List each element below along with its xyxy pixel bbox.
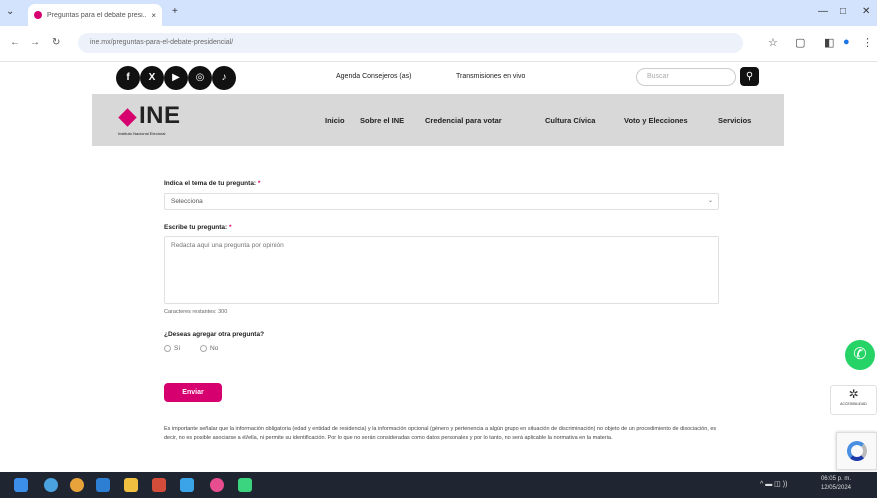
char-count: Caracteres restantes: 300 bbox=[164, 309, 228, 315]
privacy-notice: Es importante señalar que la información… bbox=[164, 426, 717, 441]
new-tab-button[interactable]: + bbox=[172, 6, 178, 17]
site-header: INE Instituto Nacional Electoral Inicio … bbox=[92, 94, 784, 146]
tiktok-icon[interactable]: ♪ bbox=[212, 66, 236, 90]
chevron-down-icon: ⌄ bbox=[707, 198, 713, 204]
live-link[interactable]: Transmisiones en vivo bbox=[456, 73, 525, 80]
recaptcha-icon bbox=[847, 441, 867, 461]
mail-icon[interactable] bbox=[96, 478, 110, 492]
send-button[interactable]: Enviar bbox=[164, 383, 222, 402]
bookmark-star-icon[interactable]: ☆ bbox=[768, 36, 778, 49]
radio-yes-label: Sí bbox=[174, 345, 181, 352]
system-tray[interactable]: ^ ▬ ◫ )) bbox=[760, 480, 787, 488]
tab-favicon-icon bbox=[34, 11, 42, 19]
url-text: ine.mx/preguntas-para-el-debate-presiden… bbox=[90, 39, 234, 46]
tab-title: Preguntas para el debate presi... bbox=[47, 11, 148, 19]
agenda-link[interactable]: Agenda Consejeros (as) bbox=[336, 73, 412, 80]
back-icon[interactable]: ← bbox=[10, 37, 20, 48]
radio-yes[interactable]: Sí bbox=[164, 345, 180, 352]
question-textarea[interactable] bbox=[164, 236, 719, 304]
recaptcha-badge[interactable] bbox=[836, 432, 877, 470]
windows-taskbar: ^ ▬ ◫ )) 06:05 p. m. 12/05/2024 bbox=[0, 472, 877, 498]
site-topbar: f X ▶ ◎ ♪ Agenda Consejeros (as) Transmi… bbox=[0, 62, 877, 94]
ine-logo[interactable]: INE Instituto Nacional Electoral bbox=[118, 102, 213, 136]
edge-icon[interactable] bbox=[44, 478, 58, 492]
sidepanel-icon[interactable]: ◧ bbox=[824, 36, 834, 49]
logo-diamond-icon bbox=[118, 108, 137, 127]
file-explorer-icon[interactable] bbox=[124, 478, 138, 492]
reload-icon[interactable]: ↻ bbox=[52, 37, 60, 48]
forward-icon[interactable]: → bbox=[30, 37, 40, 48]
whatsapp-icon[interactable]: ✆ bbox=[845, 340, 875, 370]
clock-time: 06:05 p. m. bbox=[820, 476, 851, 482]
browser-toolbar: ← → ↻ ine.mx/preguntas-para-el-debate-pr… bbox=[0, 26, 877, 62]
youtube-icon[interactable]: ▶ bbox=[164, 66, 188, 90]
minimize-button[interactable]: — bbox=[818, 6, 828, 17]
address-bar[interactable]: ine.mx/preguntas-para-el-debate-presiden… bbox=[78, 33, 743, 53]
browser-tab[interactable]: Preguntas para el debate presi... × bbox=[28, 4, 162, 26]
radio-no-label: No bbox=[210, 345, 219, 352]
clock[interactable]: 06:05 p. m. 12/05/2024 bbox=[815, 475, 851, 493]
x-icon[interactable]: X bbox=[140, 66, 164, 90]
question-label: Escribe tu pregunta: * bbox=[164, 224, 232, 231]
start-icon[interactable] bbox=[14, 478, 28, 492]
logo-text: INE bbox=[139, 102, 181, 129]
accessibility-button[interactable]: ✲ ACCESIBILIDAD bbox=[830, 385, 877, 415]
topic-select-value: Selecciona bbox=[171, 198, 203, 205]
nav-credencial[interactable]: Credencial para votar bbox=[425, 116, 502, 125]
accessibility-icon: ✲ bbox=[848, 387, 859, 401]
tab-search-icon[interactable]: ⌄ bbox=[6, 6, 14, 17]
topic-label: Indica el tema de tu pregunta: * bbox=[164, 180, 261, 187]
profile-icon[interactable]: ● bbox=[843, 36, 850, 48]
radio-no[interactable]: No bbox=[200, 345, 218, 352]
search-icon[interactable]: ⚲ bbox=[740, 67, 759, 86]
nav-servicios[interactable]: Servicios bbox=[718, 116, 751, 125]
topic-select[interactable]: Selecciona ⌄ bbox=[164, 193, 719, 210]
chrome-icon[interactable] bbox=[70, 478, 84, 492]
search-input[interactable]: Buscar bbox=[636, 68, 736, 86]
accessibility-label: ACCESIBILIDAD bbox=[840, 402, 867, 406]
radio-yes-circle bbox=[164, 345, 171, 352]
nav-inicio[interactable]: Inicio bbox=[325, 116, 345, 125]
logo-subtitle: Instituto Nacional Electoral bbox=[118, 131, 166, 136]
close-window-button[interactable]: ✕ bbox=[862, 6, 870, 17]
clock-date: 12/05/2024 bbox=[820, 485, 851, 491]
maximize-button[interactable]: □ bbox=[840, 6, 846, 17]
another-question-label: ¿Deseas agregar otra pregunta? bbox=[164, 331, 265, 338]
app-icon[interactable] bbox=[152, 478, 166, 492]
nav-sobre-ine[interactable]: Sobre el INE bbox=[360, 116, 404, 125]
app2-icon[interactable] bbox=[210, 478, 224, 492]
extensions-icon[interactable]: ▢ bbox=[795, 36, 805, 49]
facebook-icon[interactable]: f bbox=[116, 66, 140, 90]
app3-icon[interactable] bbox=[238, 478, 252, 492]
instagram-icon[interactable]: ◎ bbox=[188, 66, 212, 90]
radio-no-circle bbox=[200, 345, 207, 352]
tab-close-icon[interactable]: × bbox=[151, 11, 156, 20]
store-icon[interactable] bbox=[180, 478, 194, 492]
nav-cultura-civica[interactable]: Cultura Cívica bbox=[545, 116, 595, 125]
browser-tab-strip: ⌄ Preguntas para el debate presi... × + … bbox=[0, 0, 877, 26]
nav-voto-elecciones[interactable]: Voto y Elecciones bbox=[624, 116, 688, 125]
menu-icon[interactable]: ⋮ bbox=[862, 36, 873, 49]
